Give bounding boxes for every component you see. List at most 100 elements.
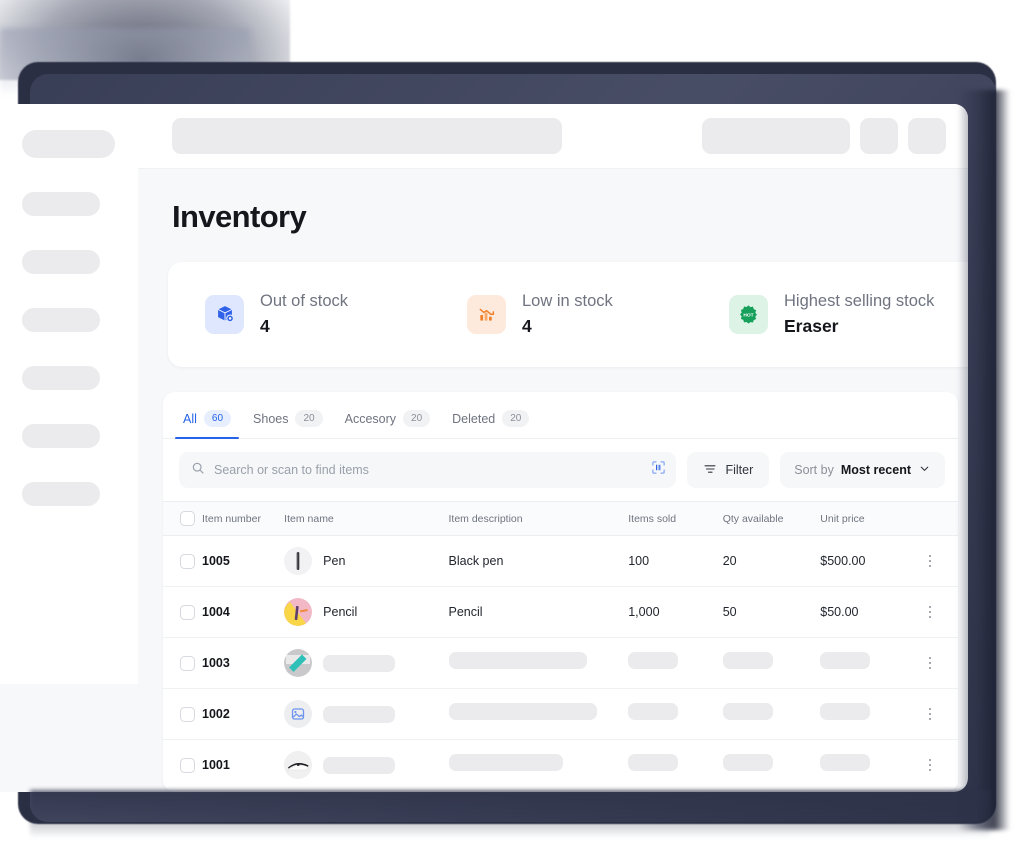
row-actions-menu-icon[interactable] [923,553,937,569]
tab-count-badge: 20 [295,410,323,427]
cell-item-description: Pencil [448,605,483,619]
row-select-cell [163,637,203,689]
tab-accesory[interactable]: Accesory 20 [337,410,439,438]
cell-unit-price-skeleton [820,754,871,771]
tab-label: Shoes [253,411,289,426]
tab-label: Deleted [452,411,496,426]
cell-unit-price-skeleton [820,703,871,720]
topbar-icon-skeleton-1[interactable] [860,118,898,154]
stat-value: 4 [522,316,532,337]
package-box-icon [205,294,244,334]
column-header-item-description: Item description [448,501,629,536]
cell-item-number: 1002 [202,707,230,721]
page-title: Inventory [172,199,307,234]
row-actions-menu-icon[interactable] [923,604,937,620]
table-row[interactable]: 1001 [163,739,958,791]
row-checkbox[interactable] [180,706,195,722]
tab-count-badge: 60 [203,410,232,427]
table-row[interactable]: 1002 [163,688,958,740]
sidebar-item-skeleton-4[interactable] [22,366,100,390]
image-placeholder-thumbnail [284,700,313,728]
sidebar [0,104,138,684]
select-all-checkbox[interactable] [180,511,195,526]
row-actions-menu-icon[interactable] [923,706,937,722]
table-row[interactable]: 1005 Pen Black pen 100 20 $500.00 [163,535,958,587]
tab-label: All [183,411,197,426]
inventory-table: Item number Item name Item description I… [163,501,958,791]
table-body: 1005 Pen Black pen 100 20 $500.00 1004 P… [163,535,958,791]
stat-label: Highest selling stock [784,292,935,311]
filter-button-label: Filter [725,463,754,477]
table-head: Item number Item name Item description I… [163,501,958,536]
stats-summary-card: Out of stock 4 Low in stock 4 HOT Highes… [168,262,968,367]
cell-qty-available-skeleton [722,703,773,720]
cell-item-description-skeleton [448,754,563,771]
search-container[interactable] [179,452,677,488]
table-row[interactable]: 1004 Pencil Pencil 1,000 50 $50.00 [163,586,958,638]
row-actions-menu-icon[interactable] [923,757,937,773]
table-toolbar: Filter Sort by Most recent [163,439,958,501]
tab-count-badge: 20 [403,410,431,427]
search-icon [191,461,205,480]
sidebar-item-skeleton-3[interactable] [22,308,100,332]
cell-qty-available: 50 [722,605,737,619]
tab-count-badge: 20 [502,410,530,427]
glasses-thumbnail [284,751,313,779]
cell-items-sold: 100 [628,554,650,568]
topbar-icon-skeleton-2[interactable] [908,118,946,154]
cell-items-sold-skeleton [628,703,679,720]
sort-by-prefix: Sort by [794,463,834,477]
stat-low-in-stock: Low in stock 4 [467,290,729,339]
stat-value: 4 [260,316,270,337]
barcode-scan-icon[interactable] [651,460,666,480]
app-window: Inventory Out of stock 4 Low in stock 4 … [0,104,968,792]
cell-unit-price-skeleton [820,652,871,669]
chart-decline-icon [467,294,506,334]
row-select-cell [163,586,203,638]
cell-items-sold-skeleton [628,652,679,669]
stat-highest-selling-stock: HOT Highest selling stock Eraser [729,290,934,339]
select-all-header [163,501,203,536]
column-header-actions [922,501,958,536]
cell-qty-available-skeleton [722,652,773,669]
row-select-cell [163,535,203,587]
stat-value: Eraser [784,316,839,337]
topbar-action-skeleton[interactable] [702,118,850,154]
cell-unit-price: $50.00 [820,605,859,619]
column-header-items-sold: Items sold [628,501,723,536]
row-checkbox[interactable] [180,604,195,620]
topbar-search-skeleton[interactable] [172,118,562,154]
table-row[interactable]: 1003 [163,637,958,689]
row-select-cell [163,688,203,740]
svg-text:HOT: HOT [743,312,753,318]
chevron-down-icon [918,462,931,478]
teal-object-thumbnail [284,649,313,677]
column-header-unit-price: Unit price [820,501,923,536]
row-actions-menu-icon[interactable] [923,655,937,671]
sidebar-item-skeleton-1[interactable] [22,192,100,216]
stat-out-of-stock: Out of stock 4 [205,290,467,339]
topbar [138,104,968,169]
row-checkbox[interactable] [180,655,195,671]
sort-by-dropdown[interactable]: Sort by Most recent [780,452,945,488]
sidebar-item-skeleton-6[interactable] [22,482,100,506]
tab-shoes[interactable]: Shoes 20 [245,410,331,438]
sidebar-item-skeleton-2[interactable] [22,250,100,274]
sidebar-logo-skeleton [22,130,115,158]
cell-item-name-skeleton [323,756,396,774]
cell-item-description-skeleton [448,703,597,720]
row-checkbox[interactable] [180,757,195,773]
tab-deleted[interactable]: Deleted 20 [444,410,537,438]
stat-label: Out of stock [260,292,349,311]
cell-item-number: 1005 [202,554,230,568]
sidebar-item-skeleton-5[interactable] [22,424,100,448]
row-checkbox[interactable] [180,553,195,569]
screenshot-stage: Inventory Out of stock 4 Low in stock 4 … [0,0,1024,850]
filter-button[interactable]: Filter [687,452,770,488]
tab-all[interactable]: All 60 [175,410,240,439]
search-input[interactable] [214,463,643,477]
table-header-row: Item number Item name Item description I… [163,501,958,536]
cell-item-name: Pen [323,554,346,568]
filter-icon [703,462,717,479]
inventory-table-card: All 60 Shoes 20 Accesory 20 Deleted 20 S… [163,392,958,792]
